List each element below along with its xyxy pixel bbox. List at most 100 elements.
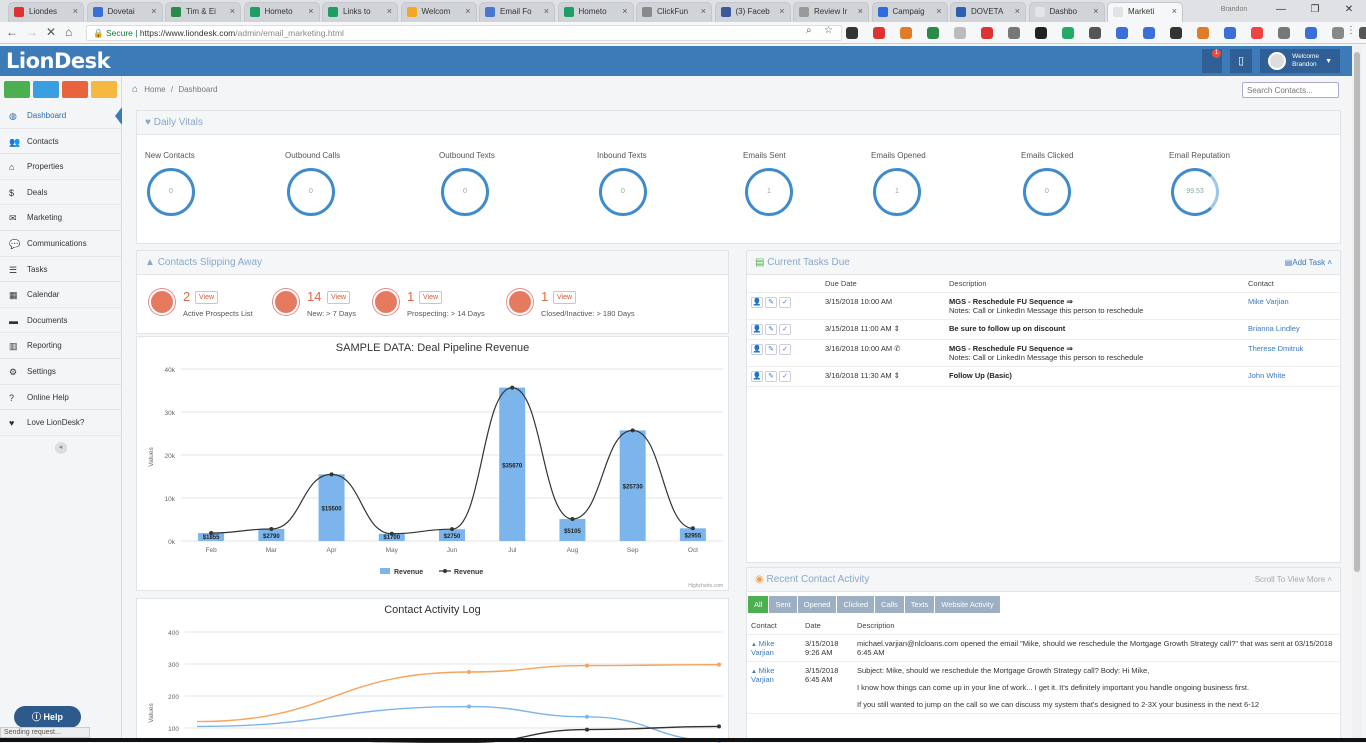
browser-tab[interactable]: Campaig × xyxy=(871,2,948,22)
browser-tab[interactable]: Hometo × xyxy=(557,2,634,22)
browser-tab[interactable]: Email Fo × xyxy=(479,2,555,22)
extension-icon[interactable] xyxy=(1116,27,1128,39)
notification-bell-icon[interactable]: 1 xyxy=(1202,49,1223,73)
extension-icon[interactable] xyxy=(1089,27,1101,39)
browser-tab[interactable]: DOVETA × xyxy=(950,2,1026,22)
vital-value[interactable]: 1 xyxy=(745,168,793,216)
browser-tab[interactable]: ClickFun × xyxy=(636,2,712,22)
browser-tab[interactable]: Liondes × xyxy=(8,2,84,22)
filter-all-button[interactable]: All xyxy=(748,596,769,613)
user-menu[interactable]: Welcome Brandon ▼ xyxy=(1260,49,1340,73)
sidebar-item-reporting[interactable]: ▥ Reporting xyxy=(0,333,121,359)
sidebar-item-contacts[interactable]: 👥 Contacts xyxy=(0,129,121,155)
extension-icon[interactable] xyxy=(1278,27,1290,39)
task-contact-link[interactable]: John White xyxy=(1244,366,1340,387)
extension-icon[interactable] xyxy=(1062,27,1074,39)
tab-close-icon[interactable]: × xyxy=(1093,6,1098,16)
tab-close-icon[interactable]: × xyxy=(151,6,156,16)
extension-icon[interactable] xyxy=(1224,27,1236,39)
activity-row[interactable]: ▲ Mike Varjian 3/15/2018 6:45 AM Subject: … xyxy=(747,661,1340,714)
extension-icon[interactable] xyxy=(1251,27,1263,39)
tab-close-icon[interactable]: × xyxy=(701,6,706,16)
task-contact-link[interactable]: Brianna Lindley xyxy=(1244,319,1340,340)
mobile-icon[interactable]: ▯ xyxy=(1230,49,1253,73)
complete-check-icon[interactable]: ✓ xyxy=(779,324,791,335)
complete-check-icon[interactable]: ✓ xyxy=(779,371,791,382)
legend-bar-label[interactable]: Revenue xyxy=(394,569,423,576)
task-row[interactable]: 👤 ✎ ✓ 3/16/2018 10:00 AM ✆ MGS - Reschedule … xyxy=(747,339,1340,367)
extension-icon[interactable] xyxy=(927,27,939,39)
activity-point[interactable] xyxy=(585,663,589,668)
tab-close-icon[interactable]: × xyxy=(308,6,313,16)
prospect-view-button[interactable]: View xyxy=(327,291,351,304)
activity-point[interactable] xyxy=(585,714,589,719)
sidebar-item-tasks[interactable]: ☰ Tasks xyxy=(0,257,121,283)
revenue-point[interactable] xyxy=(269,527,274,532)
assign-user-icon[interactable]: 👤 xyxy=(751,371,763,382)
browser-tab[interactable]: Tim & Ei × xyxy=(165,2,241,22)
sidebar-item-dashboard[interactable]: ◍ Dashboard xyxy=(0,103,122,129)
assign-user-icon[interactable]: 👤 xyxy=(751,297,763,308)
stop-icon[interactable]: ✕ xyxy=(46,25,56,39)
extension-icon[interactable] xyxy=(1359,27,1366,39)
task-row[interactable]: 👤 ✎ ✓ 3/15/2018 11:00 AM ⇕ Be sure to follow… xyxy=(747,319,1340,340)
tab-close-icon[interactable]: × xyxy=(544,6,549,16)
back-icon[interactable]: ← xyxy=(6,25,18,39)
tab-close-icon[interactable]: × xyxy=(1172,6,1177,16)
search-contacts-input[interactable] xyxy=(1242,82,1339,98)
extension-icon[interactable] xyxy=(1035,27,1047,39)
sidebar-item-deals[interactable]: $ Deals xyxy=(0,180,121,206)
vital-value[interactable]: 0 xyxy=(441,168,489,216)
vital-value[interactable]: 99.53 xyxy=(1171,168,1219,216)
add-task-button[interactable]: ▤Add Task ˄ xyxy=(1285,251,1332,275)
extension-icon[interactable] xyxy=(1197,27,1209,39)
task-contact-link[interactable]: Therese Dmitruk xyxy=(1244,339,1340,367)
revenue-point[interactable] xyxy=(389,531,394,536)
browser-tab[interactable]: Marketi × xyxy=(1107,2,1183,22)
url-field[interactable]: 🔒 Secure | https://www.liondesk.com/admi… xyxy=(86,25,842,41)
profile-name[interactable]: Brandon xyxy=(1204,0,1264,22)
tab-close-icon[interactable]: × xyxy=(1015,6,1020,16)
revenue-point[interactable] xyxy=(570,517,575,522)
prospect-view-button[interactable]: View xyxy=(419,291,443,304)
task-row[interactable]: 👤 ✎ ✓ 3/15/2018 10:00 AM MGS - Reschedule FU… xyxy=(747,292,1340,320)
task-contact-link[interactable]: Mike Varjian xyxy=(1244,292,1340,320)
filter-texts-button[interactable]: Texts xyxy=(904,596,935,613)
activity-contact-link[interactable]: ▲ Mike Varjian xyxy=(747,634,801,662)
browser-tab[interactable]: Hometo × xyxy=(243,2,320,22)
activity-row[interactable]: ▲ Mike Varjian 3/15/2018 9:26 AM michael.v… xyxy=(747,634,1340,662)
activity-point[interactable] xyxy=(717,662,721,667)
filter-website-activity-button[interactable]: Website Activity xyxy=(935,596,1000,613)
minimize-button[interactable]: — xyxy=(1264,0,1298,22)
revenue-point[interactable] xyxy=(690,526,695,531)
activity-point[interactable] xyxy=(467,670,471,674)
activity-point[interactable] xyxy=(467,704,471,709)
sidebar-item-marketing[interactable]: ✉ Marketing xyxy=(0,205,121,231)
quick-action-button[interactable] xyxy=(62,81,88,98)
browser-menu-icon[interactable]: ⋮ xyxy=(1346,25,1356,36)
sidebar-item-calendar[interactable]: ▦ Calendar xyxy=(0,282,121,308)
revenue-point[interactable] xyxy=(510,385,515,390)
assign-user-icon[interactable]: 👤 xyxy=(751,344,763,355)
legend-line-label[interactable]: Revenue xyxy=(454,569,483,576)
browser-tab[interactable]: Dashbo × xyxy=(1028,2,1105,22)
edit-icon[interactable]: ✎ xyxy=(765,324,777,335)
tab-close-icon[interactable]: × xyxy=(230,6,235,16)
filter-clicked-button[interactable]: Clicked xyxy=(837,596,875,613)
browser-tab[interactable]: (3) Faceb × xyxy=(714,2,791,22)
edit-icon[interactable]: ✎ xyxy=(765,344,777,355)
sidebar-item-online-help[interactable]: ? Online Help xyxy=(0,385,121,411)
sidebar-item-settings[interactable]: ⚙ Settings xyxy=(0,359,121,385)
extension-icon[interactable] xyxy=(1332,27,1344,39)
vital-value[interactable]: 0 xyxy=(287,168,335,216)
prospect-view-button[interactable]: View xyxy=(195,291,219,304)
quick-action-button[interactable] xyxy=(33,81,59,98)
browser-tab[interactable]: Links to × xyxy=(322,2,398,22)
complete-check-icon[interactable]: ✓ xyxy=(779,297,791,308)
activity-contact-link[interactable]: ▲ Mike Varjian xyxy=(747,661,801,714)
vital-value[interactable]: 0 xyxy=(599,168,647,216)
browser-tab[interactable]: Dovetai × xyxy=(86,2,163,22)
maximize-button[interactable]: ❐ xyxy=(1298,0,1332,22)
revenue-point[interactable] xyxy=(630,428,635,433)
close-window-button[interactable]: ✕ xyxy=(1332,0,1366,22)
